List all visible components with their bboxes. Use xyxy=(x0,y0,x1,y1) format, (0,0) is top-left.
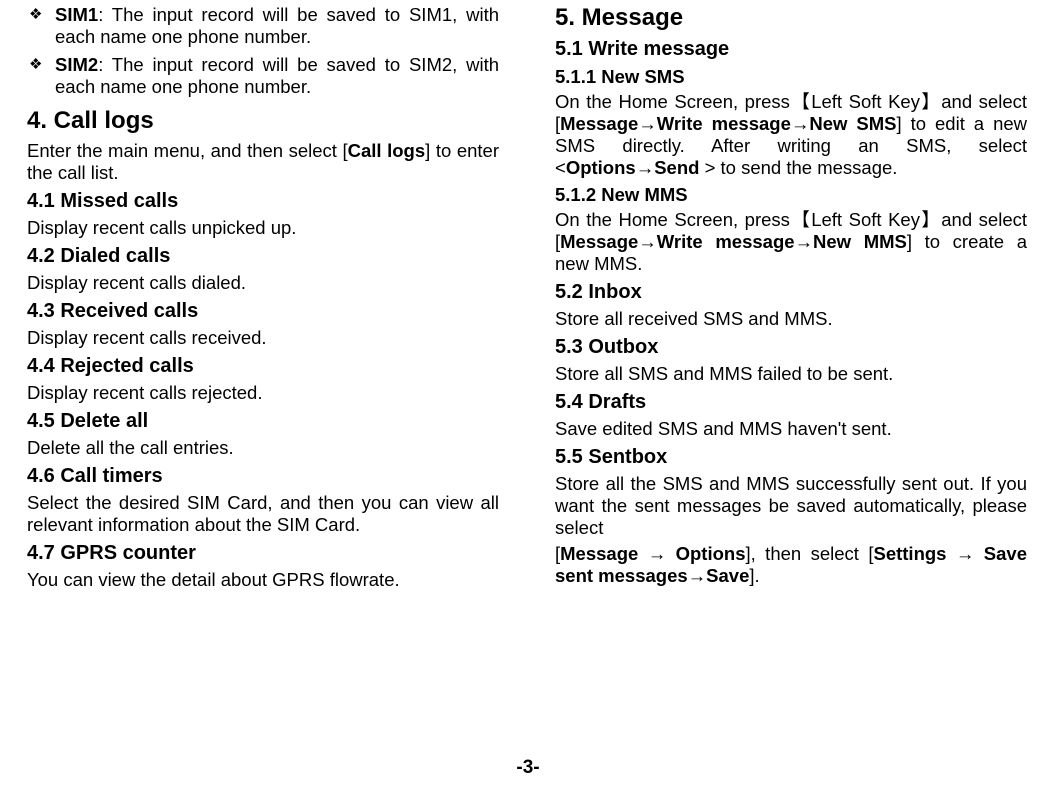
new-mms-body: On the Home Screen, press【Left Soft Key】… xyxy=(555,209,1027,275)
diamond-icon: ❖ xyxy=(27,4,55,48)
right-column: 5. Message 5.1 Write message 5.1.1 New S… xyxy=(555,4,1027,595)
diamond-icon: ❖ xyxy=(27,54,55,98)
heading-missed-calls: 4.1 Missed calls xyxy=(27,190,499,213)
heading-message: 5. Message xyxy=(555,4,1027,32)
heading-gprs-counter: 4.7 GPRS counter xyxy=(27,542,499,565)
new-sms-body: On the Home Screen, press【Left Soft Key】… xyxy=(555,91,1027,179)
bullet-sim1-text: SIM1: The input record will be saved to … xyxy=(55,4,499,48)
outbox-body: Store all SMS and MMS failed to be sent. xyxy=(555,363,1027,385)
bullet-sim1: ❖ SIM1: The input record will be saved t… xyxy=(27,4,499,48)
heading-call-logs: 4. Call logs xyxy=(27,107,499,135)
heading-drafts: 5.4 Drafts xyxy=(555,391,1027,414)
heading-outbox: 5.3 Outbox xyxy=(555,336,1027,359)
dialed-calls-body: Display recent calls dialed. xyxy=(27,272,499,294)
bullet-sim2: ❖ SIM2: The input record will be saved t… xyxy=(27,54,499,98)
inbox-body: Store all received SMS and MMS. xyxy=(555,308,1027,330)
heading-sentbox: 5.5 Sentbox xyxy=(555,446,1027,469)
left-column: ❖ SIM1: The input record will be saved t… xyxy=(27,4,499,595)
heading-inbox: 5.2 Inbox xyxy=(555,281,1027,304)
received-calls-body: Display recent calls received. xyxy=(27,327,499,349)
call-logs-intro: Enter the main menu, and then select [Ca… xyxy=(27,140,499,184)
sentbox-body-2: [Message → Options], then select [Settin… xyxy=(555,543,1027,587)
drafts-body: Save edited SMS and MMS haven't sent. xyxy=(555,418,1027,440)
delete-all-body: Delete all the call entries. xyxy=(27,437,499,459)
heading-write-message: 5.1 Write message xyxy=(555,38,1027,61)
sentbox-body-1: Store all the SMS and MMS successfully s… xyxy=(555,473,1027,539)
heading-delete-all: 4.5 Delete all xyxy=(27,410,499,433)
bullet-sim2-text: SIM2: The input record will be saved to … xyxy=(55,54,499,98)
gprs-counter-body: You can view the detail about GPRS flowr… xyxy=(27,569,499,591)
heading-call-timers: 4.6 Call timers xyxy=(27,465,499,488)
heading-new-mms: 5.1.2 New MMS xyxy=(555,184,1027,206)
rejected-calls-body: Display recent calls rejected. xyxy=(27,382,499,404)
heading-dialed-calls: 4.2 Dialed calls xyxy=(27,245,499,268)
heading-received-calls: 4.3 Received calls xyxy=(27,300,499,323)
heading-new-sms: 5.1.1 New SMS xyxy=(555,66,1027,88)
page-number: -3- xyxy=(0,757,1056,779)
missed-calls-body: Display recent calls unpicked up. xyxy=(27,217,499,239)
call-timers-body: Select the desired SIM Card, and then yo… xyxy=(27,492,499,536)
heading-rejected-calls: 4.4 Rejected calls xyxy=(27,355,499,378)
